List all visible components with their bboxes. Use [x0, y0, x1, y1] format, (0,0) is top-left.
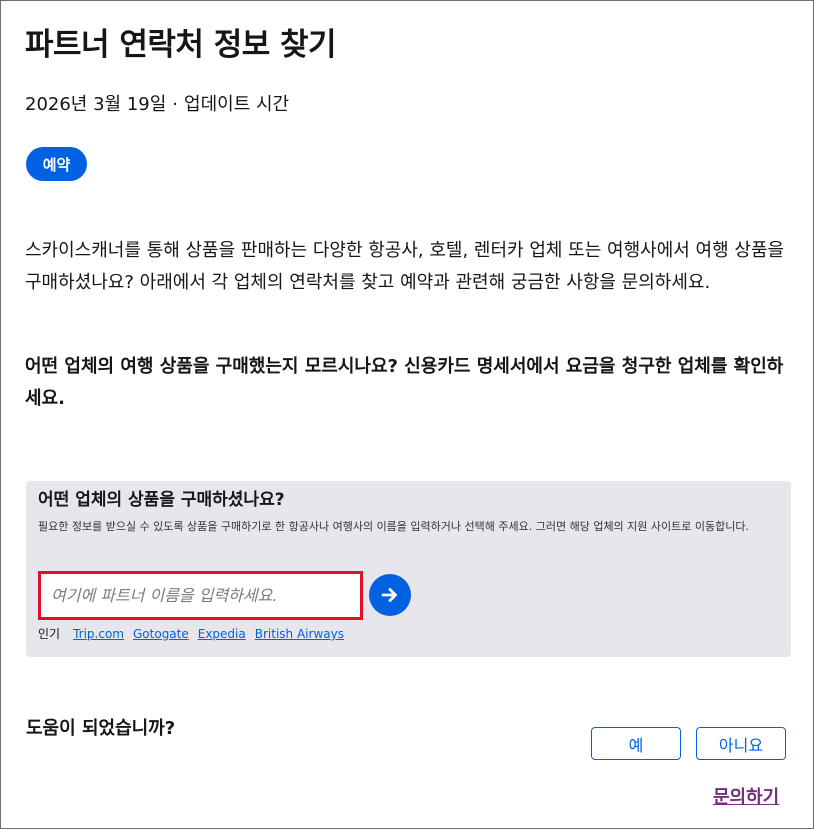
- article-meta: 2026년 3월 19일 · 업데이트 시간: [25, 90, 289, 116]
- updated-label: 업데이트 시간: [184, 94, 290, 115]
- contact-us-link[interactable]: 문의하기: [713, 783, 779, 809]
- helpful-no-button[interactable]: 아니요: [696, 727, 786, 760]
- partner-search-input[interactable]: [41, 574, 351, 617]
- search-submit-button[interactable]: [369, 574, 411, 616]
- partner-search-field: [38, 571, 363, 620]
- page-title: 파트너 연락처 정보 찾기: [25, 27, 337, 63]
- helpful-yes-button[interactable]: 예: [591, 727, 681, 760]
- popular-partners: 인기 Trip.com Gotogate Expedia British Air…: [38, 625, 344, 642]
- popular-label: 인기: [38, 627, 61, 641]
- article-date: 2026년 3월 19일: [25, 94, 167, 115]
- intro-paragraph: 스카이스캐너를 통해 상품을 판매하는 다양한 항공사, 호텔, 렌터카 업체 …: [25, 240, 785, 293]
- page-frame: 파트너 연락처 정보 찾기 2026년 3월 19일 · 업데이트 시간 예약 스카…: [0, 0, 814, 829]
- panel-description: 필요한 정보를 받으실 수 있도록 상품을 구매하기로 한 항공사나 여행사의 …: [38, 520, 749, 533]
- tip-paragraph: 어떤 업체의 여행 상품을 구매했는지 모르시나요? 신용카드 명세서에서 요금…: [25, 356, 784, 409]
- arrow-right-icon: [381, 588, 397, 602]
- partner-search-panel: 어떤 업체의 상품을 구매하셨나요? 필요한 정보를 받으실 수 있도록 상품을…: [26, 481, 791, 657]
- popular-link-gotogate[interactable]: Gotogate: [133, 627, 189, 641]
- popular-link-british-airways[interactable]: British Airways: [255, 627, 344, 641]
- panel-title: 어떤 업체의 상품을 구매하셨나요?: [38, 490, 285, 510]
- popular-link-expedia[interactable]: Expedia: [198, 627, 246, 641]
- category-tag[interactable]: 예약: [26, 147, 87, 181]
- meta-separator: ·: [172, 94, 179, 115]
- helpful-question: 도움이 되었습니까?: [26, 718, 176, 739]
- popular-link-trip[interactable]: Trip.com: [73, 627, 124, 641]
